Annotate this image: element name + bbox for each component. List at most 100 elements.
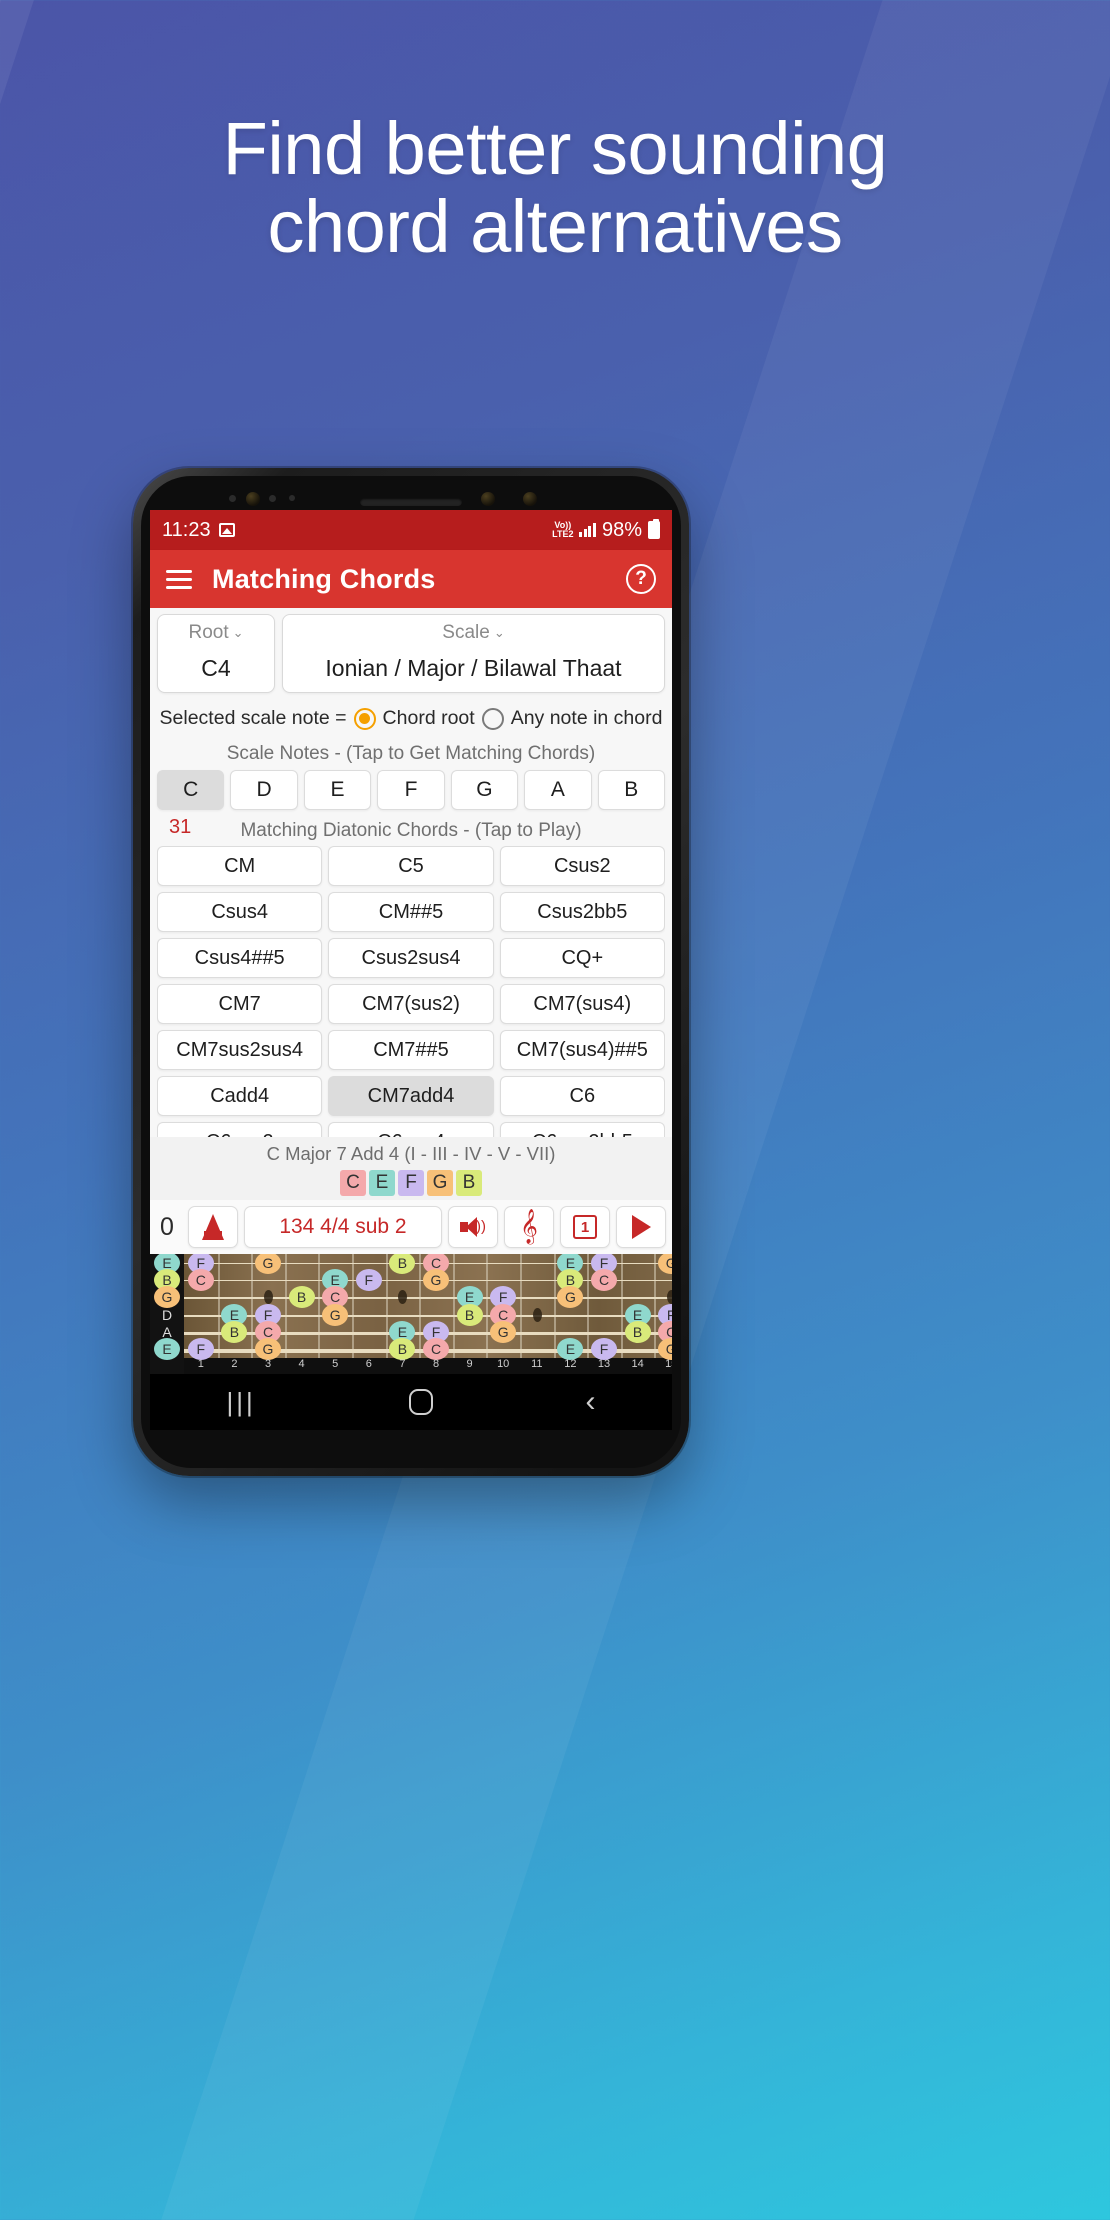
fret-note-B[interactable]: B <box>288 1286 315 1309</box>
chord-button[interactable]: CM7add4 <box>328 1076 494 1116</box>
fret-note-C[interactable]: C <box>591 1269 617 1291</box>
page-title: Matching Chords <box>212 563 436 594</box>
repeat-button[interactable]: 1 <box>560 1206 610 1248</box>
root-selector[interactable]: Root ⌄ C4 <box>157 614 275 693</box>
radio-chord-root[interactable] <box>353 707 376 730</box>
volte-icon: Vo)) LTE2 <box>552 521 573 539</box>
app-bar: Matching Chords ? <box>150 550 672 608</box>
chord-button[interactable]: Csus2bb5 <box>499 892 665 932</box>
chord-button[interactable]: Csus4 <box>157 892 323 932</box>
chord-button[interactable]: CM <box>157 846 323 886</box>
battery-percent: 98% <box>601 518 642 541</box>
chord-button[interactable]: C6 <box>499 1076 665 1116</box>
help-circle-icon[interactable]: ? <box>626 564 656 594</box>
scale-note-C[interactable]: C <box>157 770 225 810</box>
repeat-count-icon: 1 <box>573 1215 597 1239</box>
scale-notes-row: CDEFGAB <box>157 770 665 810</box>
fret-number: 15 <box>665 1358 672 1370</box>
chord-button[interactable]: CM7##5 <box>328 1030 494 1070</box>
fret-wire <box>553 1254 556 1358</box>
fret-note-G[interactable]: G <box>322 1303 349 1326</box>
home-button[interactable] <box>408 1389 433 1415</box>
chord-button[interactable]: C5 <box>328 846 494 886</box>
fret-note-G[interactable]: G <box>557 1286 584 1309</box>
chord-button[interactable]: CM##5 <box>328 892 494 932</box>
fret-note-G[interactable]: G <box>658 1254 672 1274</box>
chord-button[interactable]: C6sus2 <box>157 1122 323 1137</box>
chevron-down-icon: ⌄ <box>232 625 244 640</box>
chord-button[interactable]: CM7 <box>157 984 323 1024</box>
open-string-E[interactable]: E <box>154 1338 180 1361</box>
app-body: Root ⌄ C4 Scale ⌄ Ionian / Major / Bilaw… <box>150 608 672 1137</box>
radio-any-note[interactable] <box>481 707 504 730</box>
fret-number: 12 <box>564 1358 577 1370</box>
chord-button[interactable]: CM7(sus4) <box>499 984 665 1024</box>
radio-any-note-label: Any note in chord <box>510 707 663 729</box>
fret-note-C[interactable]: C <box>187 1269 214 1291</box>
fret-wire <box>284 1254 287 1358</box>
promo-headline: Find better sounding chord alternatives <box>0 110 1110 265</box>
fret-note-B[interactable]: B <box>221 1321 248 1343</box>
chord-button[interactable]: Csus4##5 <box>157 938 323 978</box>
app-screen: 11:23 Vo)) LTE2 98% Matching Chords ? Ro… <box>150 510 672 1430</box>
guitar-fretboard[interactable]: FGBCEFGCEFGBCBCEFGEFGBCEFBCEFGBCFGBCEFG … <box>150 1254 672 1374</box>
fret-note-G[interactable]: G <box>423 1269 449 1291</box>
fret-note-F[interactable]: F <box>355 1269 382 1291</box>
scale-note-A[interactable]: A <box>524 770 592 810</box>
chord-info-panel: C Major 7 Add 4 (I - III - IV - V - VII)… <box>150 1137 672 1200</box>
fret-note-B[interactable]: B <box>624 1321 651 1343</box>
fret-note-G[interactable]: G <box>255 1254 281 1274</box>
play-button[interactable] <box>616 1206 666 1248</box>
headline-line-2: chord alternatives <box>267 184 843 268</box>
chords-header: 31 Matching Diatonic Chords - (Tap to Pl… <box>157 816 665 842</box>
chord-button[interactable]: CM7(sus4)##5 <box>499 1030 665 1070</box>
chord-note-G: G <box>427 1170 453 1196</box>
guitar-string <box>184 1297 672 1300</box>
fret-note-B[interactable]: B <box>456 1303 483 1326</box>
fret-number: 4 <box>298 1358 305 1370</box>
fret-note-B[interactable]: B <box>389 1254 416 1274</box>
scale-note-D[interactable]: D <box>230 770 298 810</box>
fret-wire <box>385 1254 388 1358</box>
recents-button[interactable]: ||| <box>226 1387 255 1418</box>
scale-note-E[interactable]: E <box>303 770 372 810</box>
notation-button[interactable]: 𝄞 <box>504 1206 554 1248</box>
chord-button[interactable]: Cadd4 <box>157 1076 323 1116</box>
root-label: Root <box>188 622 229 643</box>
scale-selector[interactable]: Scale ⌄ Ionian / Major / Bilawal Thaat <box>282 614 665 693</box>
sound-button[interactable]: )) <box>448 1206 498 1248</box>
status-bar: 11:23 Vo)) LTE2 98% <box>150 510 672 550</box>
scale-selector-label-row: Scale ⌄ <box>442 622 504 644</box>
scale-note-B[interactable]: B <box>597 770 665 810</box>
status-bar-right: Vo)) LTE2 98% <box>552 519 660 542</box>
root-value: C4 <box>201 655 231 681</box>
chord-button[interactable]: CM7(sus2) <box>328 984 494 1024</box>
player-toolbar: 0 134 4/4 sub 2 )) 𝄞 1 <box>150 1200 672 1254</box>
scale-value: Ionian / Major / Bilawal Thaat <box>325 655 622 681</box>
fret-note-G[interactable]: G <box>490 1321 517 1343</box>
fret-number: 9 <box>466 1358 473 1370</box>
fret-number-row: 123456789101112131415 <box>184 1358 672 1374</box>
hamburger-menu-icon[interactable] <box>166 565 192 594</box>
scale-note-G[interactable]: G <box>450 770 519 810</box>
chord-button[interactable]: CM7sus2sus4 <box>157 1030 323 1070</box>
fret-number: 2 <box>231 1358 238 1370</box>
scale-note-F[interactable]: F <box>377 770 445 810</box>
chord-button[interactable]: C6sus4 <box>328 1122 494 1137</box>
chord-button[interactable]: CQ+ <box>499 938 665 978</box>
fret-number: 1 <box>197 1358 204 1370</box>
metronome-button[interactable] <box>187 1206 238 1248</box>
chord-button[interactable]: Csus2sus4 <box>328 938 494 978</box>
volte-bottom: LTE2 <box>552 529 574 539</box>
chord-button[interactable]: C6sus2bb5 <box>499 1122 665 1137</box>
back-button[interactable]: ‹ <box>586 1385 596 1419</box>
fretboard-wood: FGBCEFGCEFGBCBCEFGEFGBCEFBCEFGBCFGBCEFG <box>184 1254 672 1361</box>
fret-number: 13 <box>597 1358 611 1370</box>
chord-button[interactable]: Csus2 <box>499 846 665 886</box>
beat-count: 0 <box>160 1212 174 1241</box>
android-nav-bar: ||| ‹ <box>150 1374 672 1430</box>
fret-wire <box>318 1254 321 1358</box>
fret-inlay <box>532 1307 542 1322</box>
tempo-button[interactable]: 134 4/4 sub 2 <box>243 1206 442 1248</box>
root-selector-label-row: Root ⌄ <box>188 622 243 644</box>
